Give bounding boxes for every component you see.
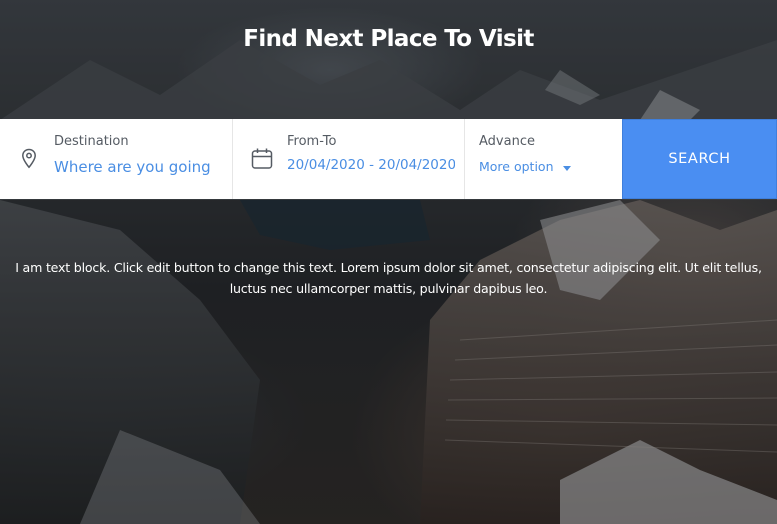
chevron-down-icon (562, 166, 571, 171)
destination-label: Destination (54, 134, 129, 149)
text-block: I am text block. Click edit button to ch… (15, 260, 762, 296)
page-title: Find Next Place To Visit (243, 26, 534, 52)
destination-field[interactable]: Destination (0, 119, 233, 199)
date-range-field[interactable]: From-To 20/04/2020 - 20/04/2020 (233, 119, 465, 199)
more-option-dropdown[interactable]: More option (479, 159, 571, 174)
calendar-icon (251, 147, 273, 171)
date-range-value[interactable]: 20/04/2020 - 20/04/2020 (287, 157, 455, 173)
search-button[interactable]: SEARCH (622, 119, 777, 199)
advance-field: Advance More option (465, 119, 622, 199)
more-option-label: More option (479, 159, 554, 174)
advance-label: Advance (479, 134, 535, 149)
date-range-label: From-To (287, 134, 337, 149)
map-pin-icon (18, 147, 40, 171)
search-bar: Destination From-To 20/04/2020 - 20/04/2… (0, 119, 777, 199)
destination-input[interactable] (54, 158, 224, 176)
